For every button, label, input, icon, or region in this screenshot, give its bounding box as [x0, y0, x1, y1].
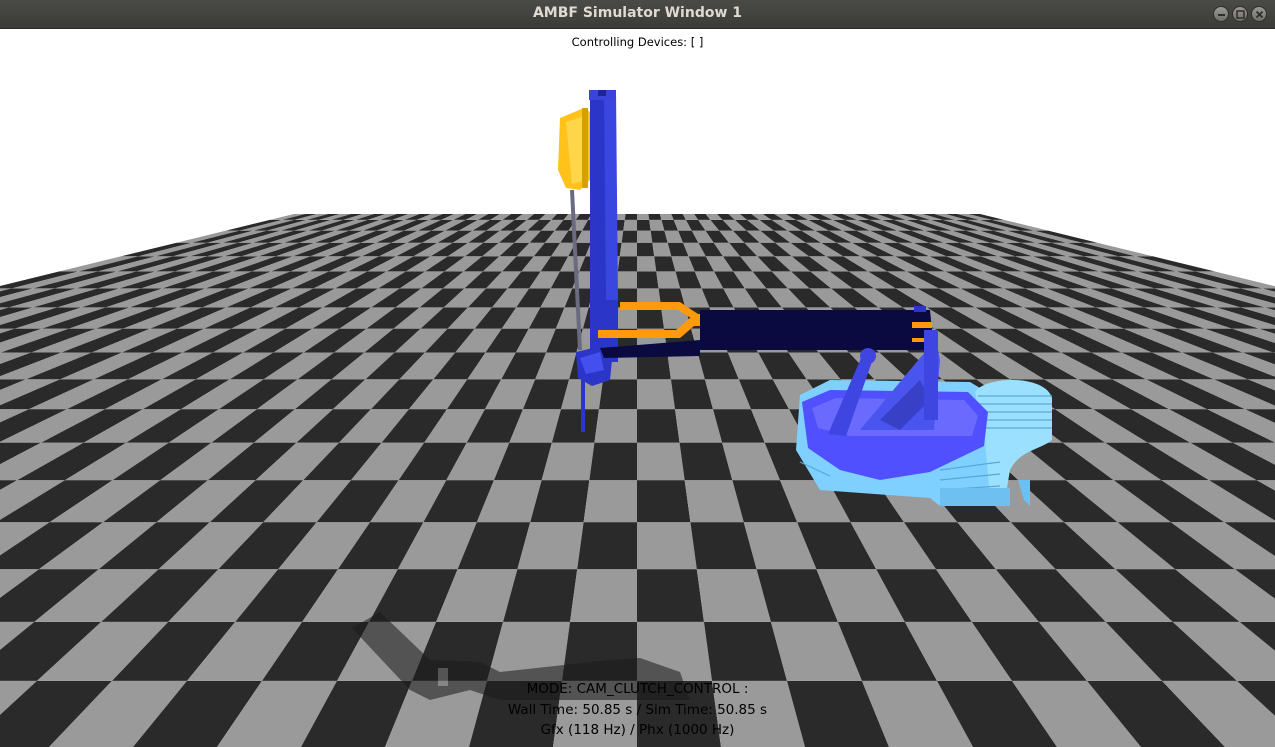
- maximize-icon: [1236, 10, 1245, 19]
- arm-column: [589, 90, 618, 362]
- mode-label: MODE: CAM_CLUTCH_CONTROL :: [526, 681, 749, 697]
- simulation-viewport[interactable]: Controlling Devices: [ ] MODE: CAM_CLUTC…: [0, 29, 1275, 747]
- minimize-icon: [1218, 14, 1225, 16]
- window-title: AMBF Simulator Window 1: [532, 5, 743, 21]
- close-button[interactable]: [1251, 6, 1267, 22]
- close-icon: [1255, 10, 1264, 19]
- minimize-button[interactable]: [1213, 6, 1229, 22]
- scene-canvas[interactable]: [0, 29, 1275, 747]
- simulator-window: AMBF Simulator Window 1 Controlling Devi…: [0, 0, 1275, 747]
- tool-head: [558, 108, 590, 190]
- time-label: Wall Time: 50.85 s / Sim Time: 50.85 s: [507, 702, 768, 718]
- maximize-button[interactable]: [1232, 6, 1248, 22]
- title-bar[interactable]: AMBF Simulator Window 1: [0, 0, 1275, 29]
- rate-label: Gfx (118 Hz) / Phx (1000 Hz): [540, 722, 735, 738]
- controlling-devices-label: Controlling Devices: [ ]: [571, 35, 704, 49]
